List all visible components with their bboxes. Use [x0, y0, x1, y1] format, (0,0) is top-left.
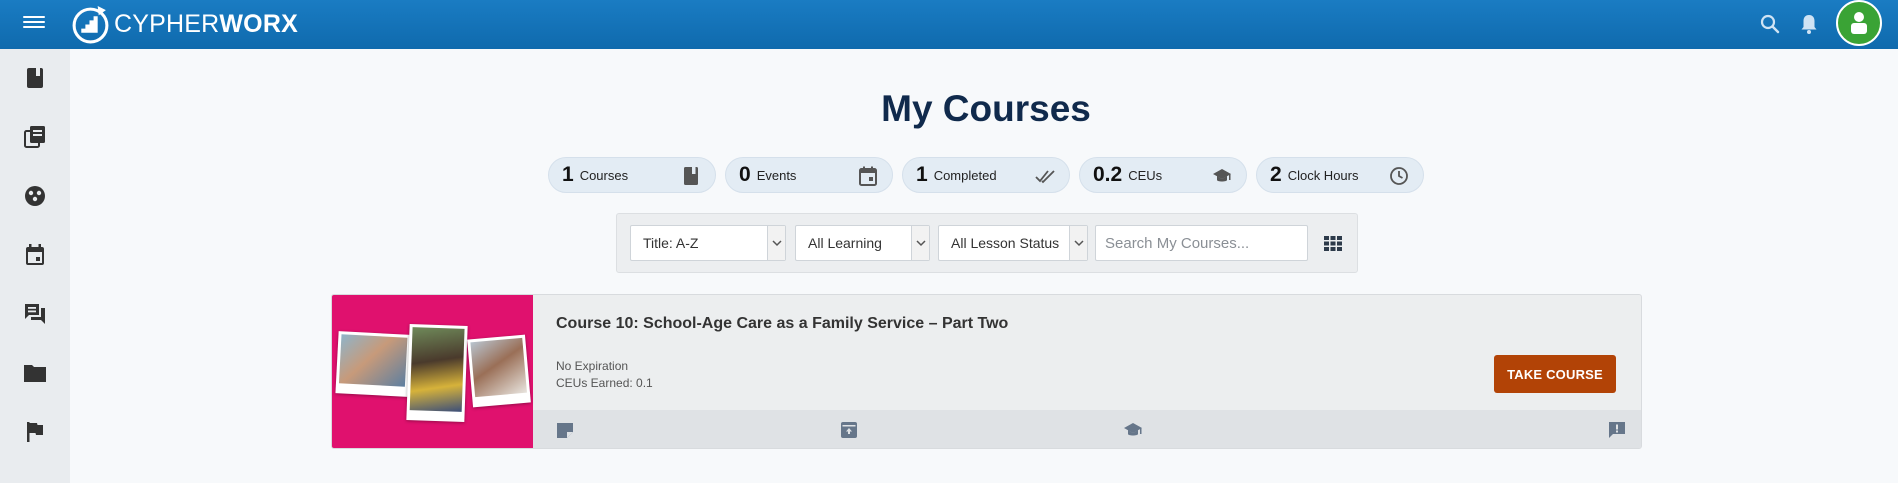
archive-icon[interactable]: [839, 420, 859, 440]
book-icon: [684, 167, 698, 185]
chat-icon: [25, 304, 45, 324]
calendar-icon: [859, 166, 877, 186]
stat-events[interactable]: 0 Events: [725, 157, 893, 193]
double-check-icon: [1035, 170, 1055, 184]
chevron-down-icon: [911, 226, 929, 260]
photo-children: [406, 324, 468, 422]
folder-icon: [24, 365, 46, 382]
learning-select-value: All Learning: [808, 235, 882, 251]
photo-parent-child: [467, 334, 531, 408]
stat-value: 1: [916, 163, 928, 186]
chevron-down-icon: [767, 226, 785, 260]
chevron-down-icon: [1069, 226, 1087, 260]
flag-icon: [27, 422, 43, 442]
take-course-button[interactable]: TAKE COURSE: [1494, 355, 1616, 393]
stat-clock-hours[interactable]: 2 Clock Hours: [1256, 157, 1424, 193]
course-thumbnail[interactable]: [332, 295, 533, 448]
filter-bar: Title: A-Z All Learning All Lesson Statu…: [616, 213, 1358, 273]
logo-mark-icon: [72, 5, 109, 43]
user-avatar[interactable]: [1836, 0, 1882, 46]
page-title: My Courses: [881, 88, 1091, 129]
photo-family: [335, 331, 411, 397]
stat-value: 0: [739, 163, 751, 186]
stat-value: 0.2: [1093, 163, 1123, 186]
sort-select-value: Title: A-Z: [643, 235, 699, 251]
status-select-value: All Lesson Status: [951, 235, 1060, 251]
sidebar-item-flag[interactable]: [20, 417, 50, 447]
graduation-cap-icon: [1213, 169, 1231, 182]
book-icon: [27, 68, 43, 88]
note-icon[interactable]: [555, 420, 575, 440]
stat-ceus[interactable]: 0.2 CEUs: [1079, 157, 1247, 193]
search-icon[interactable]: [1758, 12, 1782, 36]
course-ceus-earned: CEUs Earned: 0.1: [556, 376, 653, 390]
sidebar-item-chat[interactable]: [20, 299, 50, 329]
stat-label: Clock Hours: [1287, 167, 1359, 183]
graduation-cap-icon[interactable]: [1123, 420, 1143, 440]
sidebar-item-community[interactable]: [20, 181, 50, 211]
menu-icon[interactable]: [23, 13, 45, 31]
sidebar-item-files[interactable]: [20, 358, 50, 388]
community-icon: [25, 186, 45, 206]
grid-view-icon[interactable]: [1323, 233, 1343, 253]
course-card: Course 10: School-Age Care as a Family S…: [331, 294, 1642, 449]
stat-value: 1: [562, 163, 574, 186]
stat-courses[interactable]: 1 Courses: [548, 157, 716, 193]
feedback-icon[interactable]: [1607, 420, 1627, 440]
course-title[interactable]: Course 10: School-Age Care as a Family S…: [556, 315, 1008, 333]
sidebar-item-calendar[interactable]: [20, 240, 50, 270]
stat-label: CEUs: [1128, 167, 1163, 183]
stat-label: Completed: [933, 167, 997, 183]
lesson-status-select[interactable]: All Lesson Status: [938, 225, 1088, 261]
logo[interactable]: CYPHERWORX: [70, 2, 298, 46]
clock-icon: [1390, 167, 1408, 185]
brand-name: CYPHERWORX: [114, 9, 298, 38]
search-input[interactable]: [1095, 225, 1308, 261]
course-expiration: No Expiration: [556, 359, 629, 373]
sort-select[interactable]: Title: A-Z: [630, 225, 786, 261]
calendar-icon: [26, 244, 44, 265]
stat-label: Events: [756, 167, 797, 183]
course-card-footer: [533, 410, 1641, 448]
stat-label: Courses: [579, 167, 629, 183]
user-icon: [1851, 12, 1867, 34]
stat-completed[interactable]: 1 Completed: [902, 157, 1070, 193]
top-bar: CYPHERWORX: [0, 0, 1898, 49]
learning-type-select[interactable]: All Learning: [795, 225, 930, 261]
stat-value: 2: [1270, 163, 1282, 186]
bell-icon[interactable]: [1797, 12, 1821, 36]
page-title-wrapper: My Courses: [0, 88, 1898, 130]
